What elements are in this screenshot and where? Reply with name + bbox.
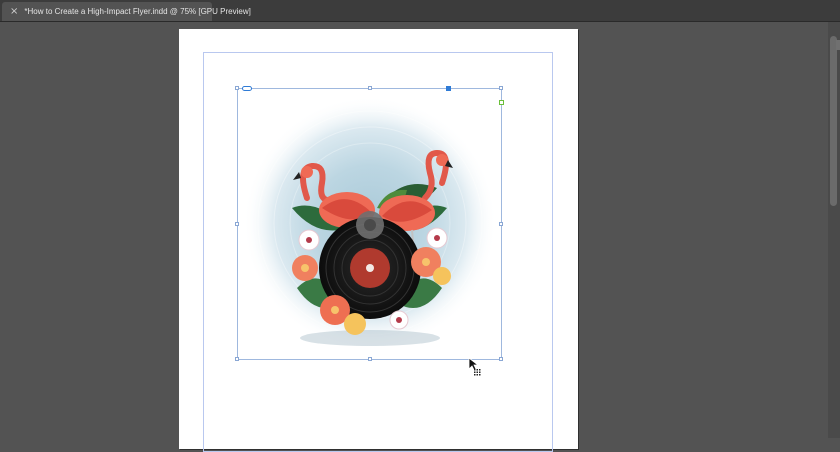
handle-bottom-right[interactable] bbox=[499, 357, 503, 361]
document-tab[interactable]: × *How to Create a High-Impact Flyer.ind… bbox=[2, 2, 251, 21]
handle-top-center[interactable] bbox=[368, 86, 372, 90]
scrollbar-thumb[interactable] bbox=[830, 36, 837, 206]
ruler-mark bbox=[836, 40, 840, 50]
vertical-scrollbar[interactable] bbox=[828, 22, 840, 438]
arrow-pointer-with-grid-icon bbox=[468, 357, 481, 376]
handle-bottom-center[interactable] bbox=[368, 357, 372, 361]
handle-top-right[interactable] bbox=[499, 86, 503, 90]
handle-top-anchor[interactable] bbox=[446, 86, 451, 91]
handle-middle-right[interactable] bbox=[499, 222, 503, 226]
content-grabber-icon[interactable] bbox=[499, 100, 504, 105]
handle-bottom-left[interactable] bbox=[235, 357, 239, 361]
link-icon[interactable] bbox=[242, 86, 252, 91]
handle-middle-left[interactable] bbox=[235, 222, 239, 226]
document-tab-bar: × *How to Create a High-Impact Flyer.ind… bbox=[0, 0, 840, 22]
document-tab-title: *How to Create a High-Impact Flyer.indd … bbox=[24, 7, 251, 16]
handle-top-left[interactable] bbox=[235, 86, 239, 90]
close-tab-icon[interactable]: × bbox=[10, 6, 18, 17]
selected-graphic-frame[interactable] bbox=[235, 86, 504, 361]
document-page[interactable] bbox=[179, 29, 578, 452]
